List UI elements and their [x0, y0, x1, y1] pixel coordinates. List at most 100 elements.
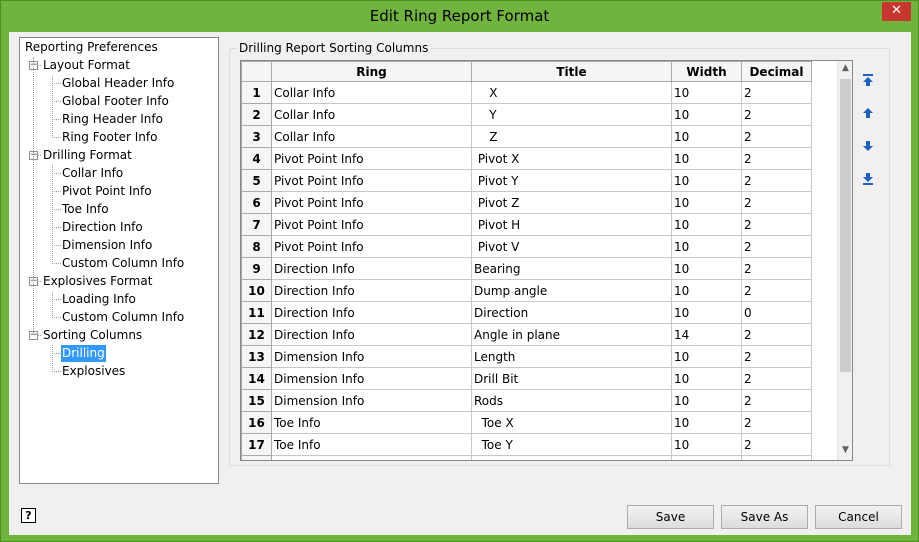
width-cell[interactable]: 10 — [671, 147, 742, 170]
title-cell[interactable]: X — [471, 81, 672, 104]
table-row[interactable]: 8 Pivot Point Info Pivot V 10 2 — [241, 235, 812, 258]
width-cell[interactable]: 10 — [671, 235, 742, 258]
tree-item-0-2[interactable]: Ring Header Info — [61, 111, 164, 128]
ring-cell[interactable]: Pivot Point Info — [271, 213, 472, 236]
decimal-cell[interactable]: 2 — [741, 147, 812, 170]
ring-cell[interactable]: Pivot Point Info — [271, 235, 472, 258]
width-cell[interactable]: 10 — [671, 213, 742, 236]
title-cell[interactable]: Rods — [471, 389, 672, 412]
tree-item-1-2[interactable]: Toe Info — [61, 201, 110, 218]
cancel-button[interactable]: Cancel — [815, 505, 902, 529]
title-cell[interactable]: Direction — [471, 301, 672, 324]
tree-item-1-1[interactable]: Pivot Point Info — [61, 183, 153, 200]
column-header-ring[interactable]: Ring — [271, 61, 472, 82]
width-cell[interactable]: 10 — [671, 367, 742, 390]
title-cell[interactable]: Pivot H — [471, 213, 672, 236]
width-cell[interactable]: 10 — [671, 389, 742, 412]
grid-vertical-scrollbar[interactable]: ▲ ▼ — [837, 61, 852, 460]
tree-item-0-3[interactable]: Ring Footer Info — [61, 129, 158, 146]
ring-cell[interactable]: Direction Info — [271, 301, 472, 324]
save-as-button[interactable]: Save As — [721, 505, 808, 529]
width-cell[interactable]: 10 — [671, 191, 742, 214]
scrollbar-thumb[interactable] — [840, 79, 851, 372]
tree-item-3-0[interactable]: Drilling — [61, 345, 106, 362]
ring-cell[interactable]: Collar Info — [271, 103, 472, 126]
ring-cell[interactable]: Collar Info — [271, 125, 472, 148]
decimal-cell[interactable]: 2 — [741, 103, 812, 126]
ring-cell[interactable]: Pivot Point Info — [271, 191, 472, 214]
decimal-cell[interactable]: 2 — [741, 213, 812, 236]
table-row[interactable]: 13 Dimension Info Length 10 2 — [241, 345, 812, 368]
width-cell[interactable]: 10 — [671, 81, 742, 104]
ring-cell[interactable]: Direction Info — [271, 257, 472, 280]
help-icon[interactable]: ? — [21, 508, 36, 523]
title-cell[interactable]: Angle in plane — [471, 323, 672, 346]
tree-item-3-1[interactable]: Explosives — [61, 363, 126, 380]
decimal-cell[interactable]: 2 — [741, 235, 812, 258]
column-header-title[interactable]: Title — [471, 61, 672, 82]
close-button[interactable]: ✕ — [882, 2, 911, 21]
table-row[interactable]: 1 Collar Info X 10 2 — [241, 81, 812, 104]
decimal-cell[interactable]: 2 — [741, 367, 812, 390]
title-cell[interactable]: Bearing — [471, 257, 672, 280]
table-row[interactable]: 4 Pivot Point Info Pivot X 10 2 — [241, 147, 812, 170]
tree-item-1-5[interactable]: Custom Column Info — [61, 255, 185, 272]
ring-cell[interactable]: Dimension Info — [271, 367, 472, 390]
decimal-cell[interactable]: 2 — [741, 81, 812, 104]
width-cell[interactable]: 10 — [671, 301, 742, 324]
decimal-cell[interactable]: 2 — [741, 257, 812, 280]
width-cell[interactable]: 10 — [671, 433, 742, 456]
move-up-button[interactable] — [860, 105, 876, 121]
width-cell[interactable]: 10 — [671, 411, 742, 434]
width-cell[interactable]: 10 — [671, 257, 742, 280]
ring-cell[interactable]: Direction Info — [271, 279, 472, 302]
table-row[interactable]: 14 Dimension Info Drill Bit 10 2 — [241, 367, 812, 390]
width-cell[interactable]: 10 — [671, 169, 742, 192]
title-cell[interactable]: Toe Y — [471, 433, 672, 456]
scroll-down-icon[interactable]: ▼ — [838, 445, 853, 455]
decimal-cell[interactable]: 2 — [741, 279, 812, 302]
decimal-cell[interactable]: 2 — [741, 125, 812, 148]
ring-cell[interactable]: Collar Info — [271, 81, 472, 104]
title-cell[interactable]: Dump angle — [471, 279, 672, 302]
tree-group-1[interactable]: Drilling Format — [42, 147, 133, 164]
ring-cell[interactable]: Dimension Info — [271, 345, 472, 368]
table-row[interactable]: 2 Collar Info Y 10 2 — [241, 103, 812, 126]
ring-cell[interactable]: Toe Info — [271, 411, 472, 434]
move-down-button[interactable] — [860, 138, 876, 154]
column-header-decimal[interactable]: Decimal — [741, 61, 812, 82]
width-cell[interactable]: 14 — [671, 323, 742, 346]
decimal-cell[interactable]: 2 — [741, 411, 812, 434]
scroll-up-icon[interactable]: ▲ — [838, 63, 853, 73]
tree-group-3[interactable]: Sorting Columns — [42, 327, 143, 344]
width-cell[interactable]: 10 — [671, 345, 742, 368]
decimal-cell[interactable]: 2 — [741, 323, 812, 346]
title-cell[interactable]: Z — [471, 125, 672, 148]
ring-cell[interactable]: Toe Info — [271, 433, 472, 456]
table-row[interactable]: 16 Toe Info Toe X 10 2 — [241, 411, 812, 434]
width-cell[interactable]: 10 — [671, 279, 742, 302]
tree-item-1-4[interactable]: Dimension Info — [61, 237, 153, 254]
table-row[interactable]: 17 Toe Info Toe Y 10 2 — [241, 433, 812, 456]
ring-cell[interactable]: Direction Info — [271, 323, 472, 346]
table-row[interactable]: 9 Direction Info Bearing 10 2 — [241, 257, 812, 280]
move-to-bottom-button[interactable] — [860, 171, 876, 187]
tree-item-1-0[interactable]: Collar Info — [61, 165, 124, 182]
save-button[interactable]: Save — [627, 505, 714, 529]
decimal-cell[interactable]: 2 — [741, 389, 812, 412]
tree-item-0-0[interactable]: Global Header Info — [61, 75, 175, 92]
column-header-width[interactable]: Width — [671, 61, 742, 82]
title-cell[interactable]: Pivot X — [471, 147, 672, 170]
table-row[interactable]: 7 Pivot Point Info Pivot H 10 2 — [241, 213, 812, 236]
title-cell[interactable]: Pivot V — [471, 235, 672, 258]
decimal-cell[interactable]: 0 — [741, 301, 812, 324]
decimal-cell[interactable]: 2 — [741, 345, 812, 368]
tree-item-1-3[interactable]: Direction Info — [61, 219, 144, 236]
title-cell[interactable]: Drill Bit — [471, 367, 672, 390]
title-cell[interactable]: Toe X — [471, 411, 672, 434]
decimal-cell[interactable]: 2 — [741, 169, 812, 192]
title-cell[interactable]: Length — [471, 345, 672, 368]
table-row[interactable]: 3 Collar Info Z 10 2 — [241, 125, 812, 148]
width-cell[interactable]: 10 — [671, 103, 742, 126]
tree-item-0-1[interactable]: Global Footer Info — [61, 93, 170, 110]
